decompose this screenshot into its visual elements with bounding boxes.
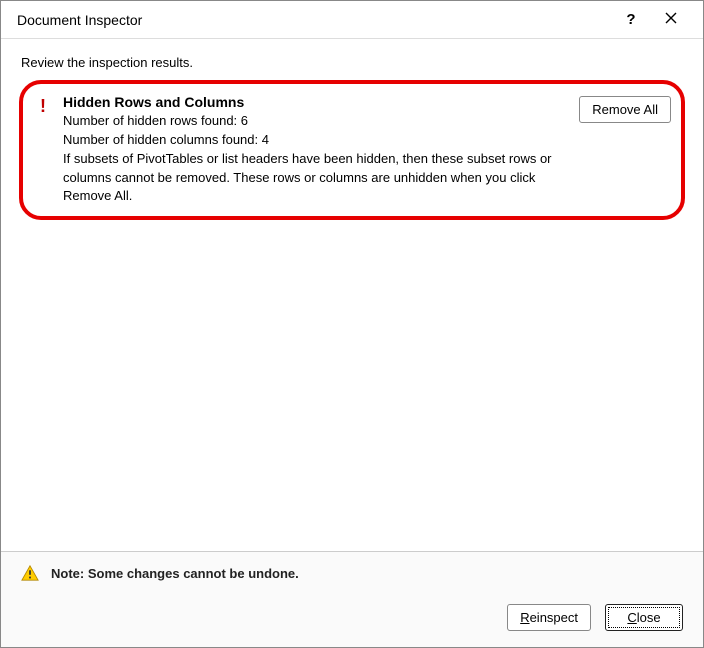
footer-note-text: Note: Some changes cannot be undone.	[51, 566, 299, 581]
result-action: Remove All	[579, 94, 671, 123]
highlighted-result: ! Hidden Rows and Columns Number of hidd…	[19, 80, 685, 220]
alert-icon: !	[33, 94, 53, 116]
footer-note-bar: Note: Some changes cannot be undone.	[1, 551, 703, 594]
close-icon	[665, 11, 677, 29]
close-button[interactable]: Close	[605, 604, 683, 631]
help-button[interactable]: ?	[611, 1, 651, 39]
titlebar: Document Inspector ?	[1, 1, 703, 39]
dialog-title: Document Inspector	[17, 12, 611, 28]
document-inspector-dialog: Document Inspector ? Review the inspecti…	[0, 0, 704, 648]
window-close-button[interactable]	[651, 1, 691, 39]
result-explanation: If subsets of PivotTables or list header…	[63, 150, 563, 207]
result-body: Hidden Rows and Columns Number of hidden…	[63, 94, 569, 206]
remove-all-button[interactable]: Remove All	[579, 96, 671, 123]
results-area: ! Hidden Rows and Columns Number of hidd…	[19, 80, 685, 541]
result-title: Hidden Rows and Columns	[63, 94, 563, 110]
review-subtitle: Review the inspection results.	[1, 39, 703, 80]
warning-icon	[21, 564, 39, 582]
result-hidden-columns: Number of hidden columns found: 4	[63, 131, 563, 150]
result-row: ! Hidden Rows and Columns Number of hidd…	[33, 94, 671, 206]
footer-buttons: Reinspect Close	[1, 594, 703, 647]
result-hidden-rows: Number of hidden rows found: 6	[63, 112, 563, 131]
reinspect-button[interactable]: Reinspect	[507, 604, 591, 631]
